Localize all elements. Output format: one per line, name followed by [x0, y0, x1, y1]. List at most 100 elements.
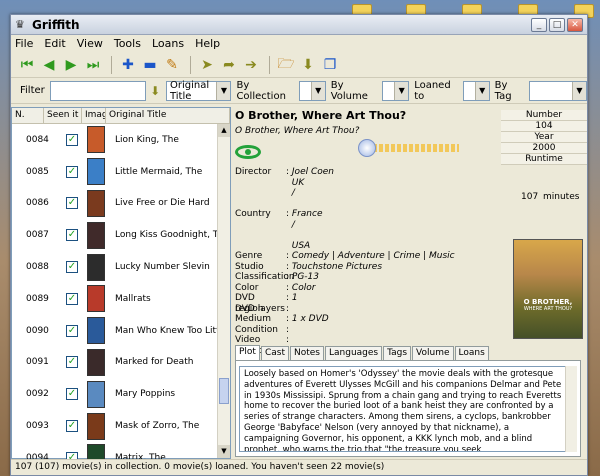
- plot-scrollbar[interactable]: [565, 366, 577, 452]
- row-number: 0089: [26, 293, 49, 304]
- first-icon[interactable]: ⏮: [17, 55, 37, 75]
- column-number[interactable]: N.: [12, 108, 44, 123]
- seen-eye-icon[interactable]: [235, 145, 261, 159]
- add-icon[interactable]: ✚: [118, 55, 138, 75]
- prev-icon[interactable]: ◀: [39, 55, 59, 75]
- collection-select[interactable]: ▼: [298, 80, 326, 101]
- details-tabs: Plot Cast Notes Languages Tags Volume Loans: [235, 345, 490, 360]
- seen-checkbox[interactable]: ✓: [66, 261, 78, 274]
- minimize-button[interactable]: _: [531, 17, 547, 32]
- field-key: Video codec: [235, 335, 262, 356]
- seen-checkbox[interactable]: ✓: [66, 420, 78, 433]
- menu-view[interactable]: View: [77, 37, 103, 50]
- chevron-down-icon[interactable]: ▼: [216, 81, 231, 100]
- tab-cast[interactable]: Cast: [260, 346, 289, 360]
- chevron-down-icon[interactable]: ▼: [394, 81, 409, 100]
- filter-input[interactable]: [49, 80, 147, 101]
- remove-icon[interactable]: ▬: [140, 55, 160, 75]
- menu-loans[interactable]: Loans: [152, 37, 184, 50]
- tab-languages[interactable]: Languages: [325, 346, 383, 360]
- list-scrollbar[interactable]: ▲ ▼: [217, 124, 230, 458]
- detail-field: DVD region: 1: [235, 293, 455, 314]
- table-row[interactable]: 0093 ✓ Mask of Zorro, The: [12, 410, 230, 442]
- loaned-to-select[interactable]: ▼: [462, 80, 490, 101]
- next-icon[interactable]: ▶: [61, 55, 81, 75]
- menu-edit[interactable]: Edit: [44, 37, 65, 50]
- row-title: Little Mermaid, The: [115, 166, 203, 177]
- filter-field-select[interactable]: Original Title ▼: [165, 80, 232, 102]
- seen-checkbox[interactable]: ✓: [66, 356, 78, 369]
- seen-checkbox[interactable]: ✓: [66, 324, 78, 337]
- poster-cell: [87, 412, 111, 441]
- table-row[interactable]: 0088 ✓ Lucky Number Slevin: [12, 251, 230, 283]
- column-seen[interactable]: Seen it: [44, 108, 82, 123]
- scroll-thumb[interactable]: [219, 378, 229, 404]
- tab-loans[interactable]: Loans: [454, 346, 489, 360]
- table-row[interactable]: 0086 ✓ Live Free or Die Hard: [12, 188, 230, 220]
- table-row[interactable]: 0089 ✓ Mallrats: [12, 283, 230, 315]
- clear-filter-icon[interactable]: ⬇: [146, 81, 164, 101]
- filter-bar: Filter ⬇ Original Title ▼ By Collection …: [11, 78, 587, 104]
- column-seen-label: Seen it: [47, 110, 79, 120]
- column-image[interactable]: Image: [82, 108, 106, 123]
- rating-knob[interactable]: [358, 139, 377, 157]
- field-key: [235, 241, 286, 252]
- seen-checkbox[interactable]: ✓: [66, 133, 78, 146]
- tab-plot[interactable]: Plot: [235, 345, 260, 360]
- tag-select[interactable]: ▼: [528, 80, 587, 101]
- seen-checkbox[interactable]: ✓: [66, 388, 78, 401]
- movie-cover[interactable]: O BROTHER, WHERE ART THOU?: [513, 239, 583, 339]
- number-label: Number: [501, 110, 587, 121]
- menu-tools[interactable]: Tools: [114, 37, 141, 50]
- field-separator: :: [286, 335, 292, 345]
- table-row[interactable]: 0091 ✓ Marked for Death: [12, 347, 230, 379]
- row-number: 0086: [26, 198, 49, 209]
- tab-tags[interactable]: Tags: [383, 346, 412, 360]
- table-row[interactable]: 0084 ✓ Lion King, The: [12, 124, 230, 156]
- maximize-button[interactable]: □: [549, 17, 565, 32]
- menu-help[interactable]: Help: [195, 37, 220, 50]
- seen-checkbox-cell: ✓: [57, 197, 87, 210]
- chevron-down-icon[interactable]: ▼: [571, 81, 586, 100]
- scroll-down-icon[interactable]: ▼: [218, 445, 230, 458]
- tab-notes[interactable]: Notes: [290, 346, 324, 360]
- title-bar[interactable]: ♛ Griffith _ □ ✕: [11, 15, 587, 35]
- table-row[interactable]: 0090 ✓ Man Who Knew Too Little, The: [12, 315, 230, 347]
- tab-volume[interactable]: Volume: [412, 346, 454, 360]
- seen-checkbox-cell: ✓: [57, 133, 87, 146]
- field-key: [235, 230, 286, 241]
- rating-slider[interactable]: [347, 139, 459, 157]
- movie-title: O Brother, Where Art Thou?: [235, 109, 407, 122]
- volume-select[interactable]: ▼: [382, 80, 410, 101]
- scroll-up-icon[interactable]: ▲: [218, 124, 230, 137]
- close-button[interactable]: ✕: [567, 17, 583, 32]
- table-row[interactable]: 0092 ✓ Mary Poppins: [12, 378, 230, 410]
- movie-list[interactable]: N. Seen it Image Original Title 0084 ✓ Lio…: [11, 107, 231, 472]
- toolbar: ⏮ ◀ ▶ ⏭ ✚ ▬ ✎ ➤ ➦ ➔ 🗁 ⬇ ❐: [11, 52, 587, 78]
- menu-file[interactable]: File: [15, 37, 33, 50]
- return-icon[interactable]: ➦: [219, 55, 239, 75]
- export-icon[interactable]: ⬇: [298, 55, 318, 75]
- chevron-down-icon[interactable]: ▼: [474, 81, 489, 100]
- seen-checkbox[interactable]: ✓: [66, 197, 78, 210]
- table-row[interactable]: 0087 ✓ Long Kiss Goodnight, The: [12, 219, 230, 251]
- detail-field: [235, 199, 455, 210]
- chevron-down-icon[interactable]: ▼: [310, 81, 325, 100]
- column-original-title[interactable]: Original Title: [106, 108, 230, 123]
- copy-icon[interactable]: ❐: [320, 55, 340, 75]
- year-value: 2000: [501, 143, 587, 154]
- plot-text[interactable]: Loosely based on Homer's 'Odyssey' the m…: [239, 366, 569, 452]
- seen-checkbox[interactable]: ✓: [66, 292, 78, 305]
- details-panel: O Brother, Where Art Thou? O Brother, Wh…: [235, 107, 587, 459]
- last-icon[interactable]: ⏭: [83, 55, 103, 75]
- detail-field: /: [235, 188, 455, 199]
- seen-checkbox[interactable]: ✓: [66, 165, 78, 178]
- field-key: Genre: [235, 251, 263, 261]
- seen-checkbox[interactable]: ✓: [66, 229, 78, 242]
- loan-icon[interactable]: ➤: [197, 55, 217, 75]
- edit-icon[interactable]: ✎: [162, 55, 182, 75]
- field-value: France: [291, 209, 323, 219]
- open-icon[interactable]: 🗁: [276, 55, 296, 75]
- table-row[interactable]: 0085 ✓ Little Mermaid, The: [12, 156, 230, 188]
- email-icon[interactable]: ➔: [241, 55, 261, 75]
